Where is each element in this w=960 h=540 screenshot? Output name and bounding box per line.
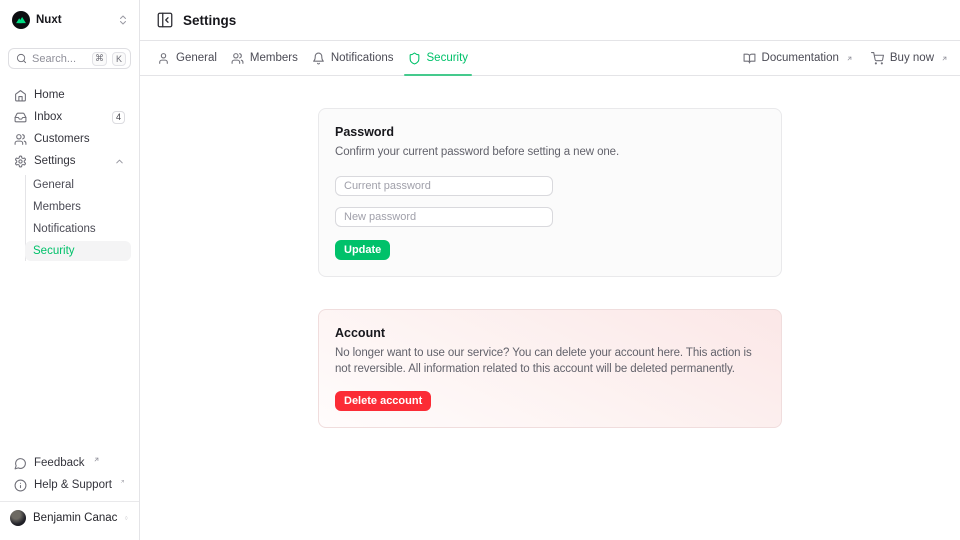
- documentation-link[interactable]: Documentation: [743, 52, 853, 65]
- sidebar-subitem-label: General: [33, 179, 74, 191]
- nuxt-logo-icon: [12, 11, 30, 29]
- sidebar-subitem-label: Notifications: [33, 223, 96, 235]
- kbd-meta: ⌘: [92, 52, 107, 66]
- sidebar-subitem-label: Members: [33, 201, 81, 213]
- bell-icon: [312, 52, 325, 65]
- external-link-icon: [941, 55, 948, 62]
- sidebar-item-label: Home: [34, 89, 125, 101]
- user-icon: [157, 52, 170, 65]
- tab-label: General: [176, 52, 217, 64]
- link-label: Documentation: [762, 52, 839, 64]
- shopping-cart-icon: [871, 52, 884, 65]
- header-links: Documentation Buy now: [743, 41, 948, 75]
- users-icon: [231, 52, 244, 65]
- chevron-up-icon: [114, 156, 125, 167]
- external-link-icon: [846, 55, 853, 62]
- tab-general[interactable]: General: [150, 41, 224, 75]
- sidebar: Nuxt Search... ⌘ K Home Inbox 4 Customer…: [0, 0, 140, 540]
- sidebar-item-feedback[interactable]: Feedback: [8, 453, 131, 473]
- workspace-name: Nuxt: [36, 14, 111, 26]
- sidebar-item-label: Inbox: [34, 111, 105, 123]
- account-card-description: No longer want to use our service? You c…: [335, 345, 765, 378]
- sidebar-item-members[interactable]: Members: [25, 197, 131, 217]
- sidebar-item-label: Feedback: [34, 457, 85, 469]
- app-window: Nuxt Search... ⌘ K Home Inbox 4 Customer…: [0, 0, 960, 540]
- gear-icon: [14, 155, 27, 168]
- message-circle-icon: [14, 457, 27, 470]
- shield-icon: [408, 52, 421, 65]
- sidebar-item-help-support[interactable]: Help & Support: [8, 475, 131, 495]
- account-card: Account No longer want to use our servic…: [318, 309, 782, 428]
- external-link-icon: [120, 478, 125, 485]
- tab-bar: General Members Notifications Security: [140, 41, 960, 76]
- delete-account-button[interactable]: Delete account: [335, 391, 431, 411]
- password-card-description: Confirm your current password before set…: [335, 144, 765, 161]
- sidebar-nav: Home Inbox 4 Customers Settings General: [8, 85, 131, 261]
- chevrons-up-down-icon: [117, 14, 129, 26]
- sidebar-subitem-label: Security: [33, 245, 75, 257]
- sidebar-item-settings[interactable]: Settings: [8, 151, 131, 171]
- inbox-icon: [14, 111, 27, 124]
- info-icon: [14, 479, 27, 492]
- page-header: Settings: [140, 0, 960, 41]
- password-card-title: Password: [335, 125, 765, 139]
- chevrons-up-down-icon: [124, 512, 129, 524]
- tabs: General Members Notifications Security: [150, 41, 475, 75]
- search-input[interactable]: Search... ⌘ K: [8, 48, 131, 69]
- user-name: Benjamin Canac: [33, 512, 117, 524]
- search-icon: [16, 53, 27, 64]
- sidebar-item-notifications[interactable]: Notifications: [25, 219, 131, 239]
- current-password-field[interactable]: [335, 176, 553, 196]
- panel-left-close-icon[interactable]: [156, 11, 174, 29]
- users-icon: [14, 133, 27, 146]
- sidebar-item-customers[interactable]: Customers: [8, 129, 131, 149]
- settings-content: Password Confirm your current password b…: [140, 76, 960, 540]
- sidebar-item-label: Customers: [34, 133, 125, 145]
- avatar: [10, 510, 26, 526]
- search-placeholder: Search...: [32, 53, 87, 65]
- buy-now-link[interactable]: Buy now: [871, 52, 948, 65]
- inbox-count-badge: 4: [112, 111, 125, 124]
- settings-sub-nav: General Members Notifications Security: [25, 175, 131, 261]
- tab-label: Members: [250, 52, 298, 64]
- book-open-icon: [743, 52, 756, 65]
- home-icon: [14, 89, 27, 102]
- password-card: Password Confirm your current password b…: [318, 108, 782, 277]
- external-link-icon: [93, 456, 100, 463]
- tab-security[interactable]: Security: [401, 41, 476, 75]
- page-title: Settings: [183, 13, 236, 28]
- sidebar-item-label: Help & Support: [34, 479, 112, 491]
- tab-notifications[interactable]: Notifications: [305, 41, 401, 75]
- kbd-k: K: [112, 52, 126, 66]
- sidebar-item-home[interactable]: Home: [8, 85, 131, 105]
- new-password-field[interactable]: [335, 207, 553, 227]
- main-panel: Settings General Members Notifications: [140, 0, 960, 540]
- sidebar-item-inbox[interactable]: Inbox 4: [8, 107, 131, 127]
- tab-label: Notifications: [331, 52, 394, 64]
- sidebar-item-general[interactable]: General: [25, 175, 131, 195]
- sidebar-item-label: Settings: [34, 155, 107, 167]
- tab-label: Security: [427, 52, 469, 64]
- workspace-switcher[interactable]: Nuxt: [8, 8, 131, 32]
- sidebar-item-security[interactable]: Security: [25, 241, 131, 261]
- user-menu[interactable]: Benjamin Canac: [0, 501, 139, 532]
- update-button[interactable]: Update: [335, 240, 390, 260]
- tab-members[interactable]: Members: [224, 41, 305, 75]
- link-label: Buy now: [890, 52, 934, 64]
- sidebar-footer: Feedback Help & Support: [8, 453, 131, 501]
- account-card-title: Account: [335, 326, 765, 340]
